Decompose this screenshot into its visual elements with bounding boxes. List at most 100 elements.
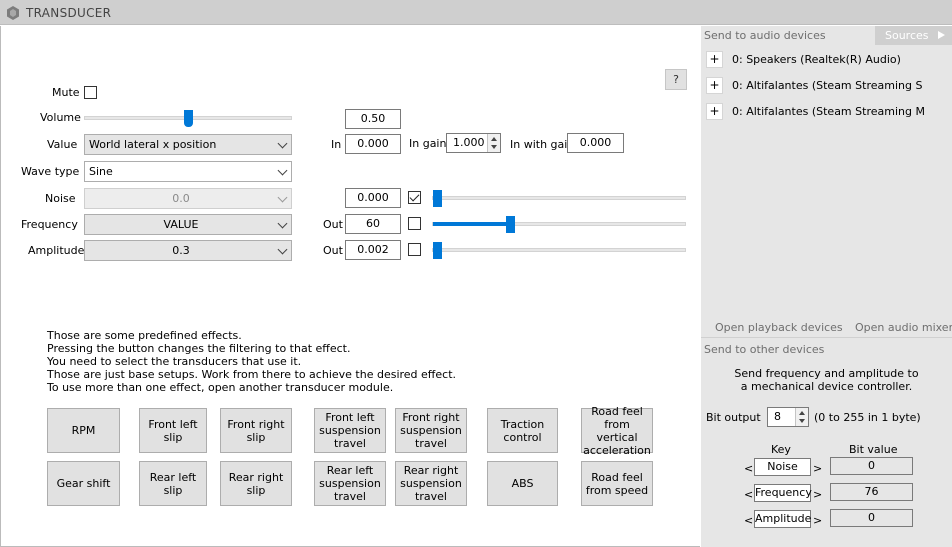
chevron-down-icon (277, 218, 288, 229)
window-title: TRANSDUCER (26, 6, 112, 20)
frequency-bit-value: 76 (830, 483, 913, 501)
bit-output-arrows[interactable] (795, 408, 808, 426)
bit-output-hint: (0 to 255 in 1 byte) (814, 411, 921, 424)
noise-label: Noise (45, 192, 76, 205)
in-with-gain-label: In with gain (510, 138, 575, 151)
frequency-select[interactable]: VALUE (84, 214, 292, 235)
frequency-checkbox[interactable] (408, 217, 421, 230)
chevron-down-icon (277, 138, 288, 149)
prev-key-arrow[interactable]: < (744, 462, 753, 475)
open-audio-mixer-link[interactable]: Open audio mixer (855, 321, 952, 334)
arrow-up-icon[interactable] (799, 411, 805, 415)
road-feel-vertical-button[interactable]: Road feel from vertical acceleration (581, 405, 653, 457)
help-button[interactable]: ? (665, 69, 687, 90)
next-key-arrow[interactable]: > (813, 462, 822, 475)
amplitude-select-text: 0.3 (172, 244, 190, 257)
open-playback-devices-link[interactable]: Open playback devices (715, 321, 843, 334)
audio-device-name: 0: Altifalantes (Steam Streaming M (732, 105, 925, 118)
chevron-down-icon (277, 165, 288, 176)
front-right-suspension-button[interactable]: Front right suspension travel (395, 408, 467, 453)
amplitude-select[interactable]: 0.3 (84, 240, 292, 261)
amplitude-out-value[interactable]: 0.002 (345, 240, 401, 260)
bit-output-stepper[interactable]: 8 (767, 407, 809, 427)
add-device-button[interactable]: + (706, 77, 723, 94)
noise-key-button[interactable]: Noise (754, 458, 811, 476)
frequency-select-text: VALUE (163, 218, 199, 231)
in-gain-label: In gain (409, 137, 447, 150)
noise-checkbox[interactable] (408, 191, 421, 204)
bit-output-label: Bit output (706, 411, 761, 424)
rear-right-suspension-button[interactable]: Rear right suspension travel (395, 461, 467, 506)
noise-slider[interactable] (432, 190, 686, 207)
add-device-button[interactable]: + (706, 51, 723, 68)
effects-info-text: Those are some predefined effects. Press… (47, 329, 456, 394)
info-line: Pressing the button changes the filterin… (47, 342, 351, 355)
traction-control-button[interactable]: Traction control (487, 408, 558, 453)
front-left-suspension-button[interactable]: Front left suspension travel (314, 408, 386, 453)
arrow-up-icon[interactable] (491, 137, 497, 141)
chevron-down-icon (277, 244, 288, 255)
gear-shift-button[interactable]: Gear shift (47, 461, 120, 506)
play-arrow-icon (938, 31, 945, 39)
amplitude-bit-value: 0 (830, 509, 913, 527)
bit-output-value: 8 (774, 410, 781, 423)
rear-left-slip-button[interactable]: Rear left slip (139, 461, 207, 506)
in-value[interactable]: 0.000 (345, 134, 401, 154)
mute-checkbox[interactable] (84, 86, 97, 99)
amplitude-out-label: Out (323, 244, 343, 257)
in-label: In (331, 138, 342, 151)
volume-slider[interactable] (84, 110, 292, 127)
amplitude-key-button[interactable]: Amplitude (754, 510, 811, 528)
amplitude-checkbox[interactable] (408, 243, 421, 256)
mute-label: Mute (52, 86, 80, 99)
wave-type-select[interactable]: Sine (84, 161, 292, 182)
add-device-button[interactable]: + (706, 103, 723, 120)
prev-key-arrow[interactable]: < (744, 488, 753, 501)
amplitude-slider-thumb[interactable] (433, 242, 442, 259)
road-feel-speed-button[interactable]: Road feel from speed (581, 461, 653, 506)
noise-value[interactable]: 0.000 (345, 188, 401, 208)
title-bar: TRANSDUCER (0, 0, 952, 25)
prev-key-arrow[interactable]: < (744, 514, 753, 527)
frequency-out-label: Out (323, 218, 343, 231)
front-right-slip-button[interactable]: Front right slip (220, 408, 292, 453)
frequency-key-button[interactable]: Frequency (754, 484, 812, 502)
amplitude-slider[interactable] (432, 242, 686, 259)
description-line: Send frequency and amplitude to (734, 367, 919, 380)
transducer-main-panel: ? Mute Volume 0.50 Value World lateral x… (0, 26, 700, 547)
audio-devices-header: Send to audio devices (704, 29, 826, 42)
sources-tab[interactable]: Sources (875, 26, 952, 45)
value-select[interactable]: World lateral x position (84, 134, 292, 155)
noise-slider-thumb[interactable] (433, 190, 442, 207)
other-devices-description: Send frequency and amplitude to a mechan… (701, 367, 952, 393)
rear-left-suspension-button[interactable]: Rear left suspension travel (314, 461, 386, 506)
info-line: You need to select the transducers that … (47, 355, 302, 368)
bit-value-column-header: Bit value (849, 443, 898, 456)
frequency-slider[interactable] (432, 216, 686, 233)
abs-button[interactable]: ABS (487, 461, 558, 506)
app-logo-icon (7, 6, 19, 20)
amplitude-label: Amplitude (28, 244, 85, 257)
in-with-gain-value[interactable]: 0.000 (567, 133, 624, 153)
in-gain-arrows[interactable] (487, 134, 500, 152)
devices-panel: Send to audio devices Sources + 0: Speak… (701, 26, 952, 547)
audio-device-name: 0: Altifalantes (Steam Streaming S (732, 79, 923, 92)
description-line: a mechanical device controller. (740, 380, 913, 393)
rpm-effect-button[interactable]: RPM (47, 408, 120, 453)
frequency-label: Frequency (21, 218, 78, 231)
volume-label: Volume (40, 111, 81, 124)
front-left-slip-button[interactable]: Front left slip (139, 408, 207, 453)
noise-select[interactable]: 0.0 (84, 188, 292, 209)
arrow-down-icon[interactable] (799, 419, 805, 423)
volume-slider-thumb[interactable] (184, 110, 193, 127)
in-gain-stepper[interactable]: 1.000 (446, 133, 501, 153)
audio-device-name: 0: Speakers (Realtek(R) Audio) (732, 53, 901, 66)
rear-right-slip-button[interactable]: Rear right slip (220, 461, 292, 506)
next-key-arrow[interactable]: > (813, 488, 822, 501)
volume-value[interactable]: 0.50 (345, 109, 401, 129)
frequency-slider-thumb[interactable] (506, 216, 515, 233)
frequency-out-value[interactable]: 60 (345, 214, 401, 234)
arrow-down-icon[interactable] (491, 145, 497, 149)
next-key-arrow[interactable]: > (813, 514, 822, 527)
other-devices-header: Send to other devices (704, 343, 825, 356)
